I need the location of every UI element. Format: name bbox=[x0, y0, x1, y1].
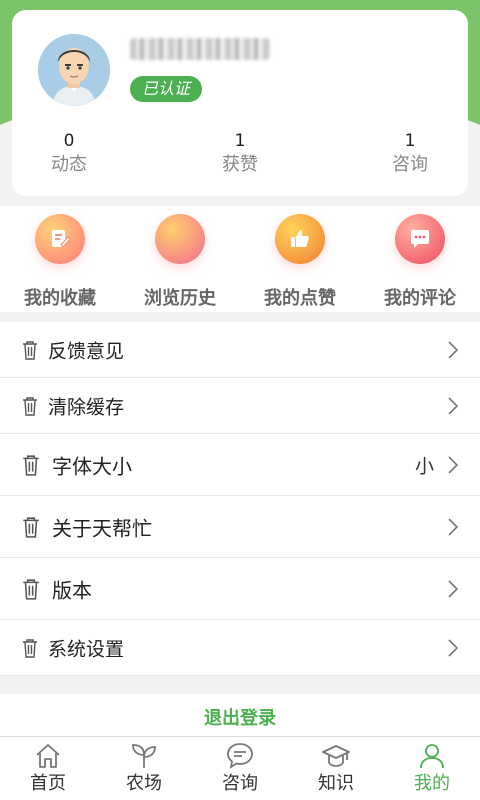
chevron-right-icon bbox=[448, 638, 458, 657]
stat-consult-label: 咨询 bbox=[392, 154, 428, 175]
menu-about-label: 关于天帮忙 bbox=[52, 516, 152, 540]
menu-system-settings[interactable]: 系统设置 bbox=[0, 620, 480, 676]
quick-favorites-label: 我的收藏 bbox=[24, 288, 96, 309]
stat-likes-label: 获赞 bbox=[222, 154, 258, 175]
chat-icon bbox=[227, 743, 253, 769]
profile-stats: 0 动态 1 获赞 1 咨询 bbox=[12, 130, 468, 186]
stat-likes-value: 1 bbox=[234, 131, 246, 151]
menu-font-size-label: 字体大小 bbox=[52, 454, 132, 478]
bottom-tab-bar: 首页 农场 咨询 知识 我的 bbox=[0, 736, 480, 800]
menu-clear-cache[interactable]: 清除缓存 bbox=[0, 378, 480, 434]
quick-comments-label: 我的评论 bbox=[384, 288, 456, 309]
tab-home-label: 首页 bbox=[30, 773, 66, 794]
graduation-cap-icon bbox=[322, 745, 350, 767]
quick-history[interactable]: 浏览历史 bbox=[120, 214, 240, 310]
settings-menu: 反馈意见 清除缓存 字体大小 小 关于天帮忙 版本 系统设置 bbox=[0, 322, 480, 676]
avatar[interactable] bbox=[38, 34, 110, 106]
stat-consult-value: 1 bbox=[404, 131, 416, 151]
stat-posts-value: 0 bbox=[63, 131, 75, 151]
menu-clear-cache-label: 清除缓存 bbox=[48, 396, 125, 418]
tab-mine[interactable]: 我的 bbox=[384, 741, 480, 797]
quick-likes-label: 我的点赞 bbox=[264, 288, 336, 309]
edit-note-icon bbox=[35, 214, 85, 264]
trash-icon bbox=[23, 638, 37, 658]
stat-consult[interactable]: 1 咨询 bbox=[350, 130, 470, 178]
trash-icon bbox=[23, 578, 39, 600]
tab-consult[interactable]: 咨询 bbox=[192, 741, 288, 797]
tab-farm[interactable]: 农场 bbox=[96, 741, 192, 797]
quick-favorites[interactable]: 我的收藏 bbox=[0, 214, 120, 310]
quick-history-label: 浏览历史 bbox=[144, 288, 216, 309]
avatar-face-icon bbox=[38, 34, 110, 106]
tab-consult-label: 咨询 bbox=[222, 773, 258, 794]
menu-system-settings-label: 系统设置 bbox=[48, 638, 125, 660]
stat-posts-label: 动态 bbox=[51, 154, 87, 175]
tab-knowledge[interactable]: 知识 bbox=[288, 741, 384, 797]
profile-card: 已认证 0 动态 1 获赞 1 咨询 bbox=[12, 10, 468, 196]
chevron-right-icon bbox=[448, 455, 458, 474]
thumbs-up-icon bbox=[275, 214, 325, 264]
menu-about[interactable]: 关于天帮忙 bbox=[0, 496, 480, 558]
home-icon bbox=[36, 744, 60, 768]
menu-feedback[interactable]: 反馈意见 bbox=[0, 322, 480, 378]
user-icon bbox=[420, 744, 444, 769]
font-size-value: 小 bbox=[414, 455, 434, 477]
chevron-right-icon bbox=[448, 517, 458, 536]
trash-icon bbox=[23, 516, 39, 538]
verified-badge: 已认证 bbox=[130, 76, 203, 102]
trash-icon bbox=[23, 340, 37, 360]
menu-version[interactable]: 版本 bbox=[0, 558, 480, 620]
tab-mine-label: 我的 bbox=[414, 773, 450, 794]
quick-likes[interactable]: 我的点赞 bbox=[240, 214, 360, 310]
sprout-icon bbox=[132, 744, 156, 768]
username-redacted bbox=[130, 38, 270, 60]
trash-icon bbox=[23, 396, 37, 416]
menu-font-size[interactable]: 字体大小 小 bbox=[0, 434, 480, 496]
tab-home[interactable]: 首页 bbox=[0, 741, 96, 797]
stat-posts[interactable]: 0 动态 bbox=[9, 130, 129, 178]
stat-likes[interactable]: 1 获赞 bbox=[180, 130, 300, 178]
logout-button[interactable]: 退出登录 bbox=[0, 694, 480, 742]
tab-farm-label: 农场 bbox=[126, 773, 162, 794]
chevron-right-icon bbox=[448, 340, 458, 359]
menu-feedback-label: 反馈意见 bbox=[48, 340, 125, 362]
history-icon bbox=[155, 214, 205, 264]
comment-icon bbox=[395, 214, 445, 264]
chevron-right-icon bbox=[448, 396, 458, 415]
chevron-right-icon bbox=[448, 579, 458, 598]
quick-actions: 我的收藏 浏览历史 我的点赞 我的评论 bbox=[0, 206, 480, 312]
tab-knowledge-label: 知识 bbox=[318, 773, 354, 794]
menu-version-label: 版本 bbox=[52, 578, 92, 602]
quick-comments[interactable]: 我的评论 bbox=[360, 214, 480, 310]
trash-icon bbox=[23, 454, 39, 476]
